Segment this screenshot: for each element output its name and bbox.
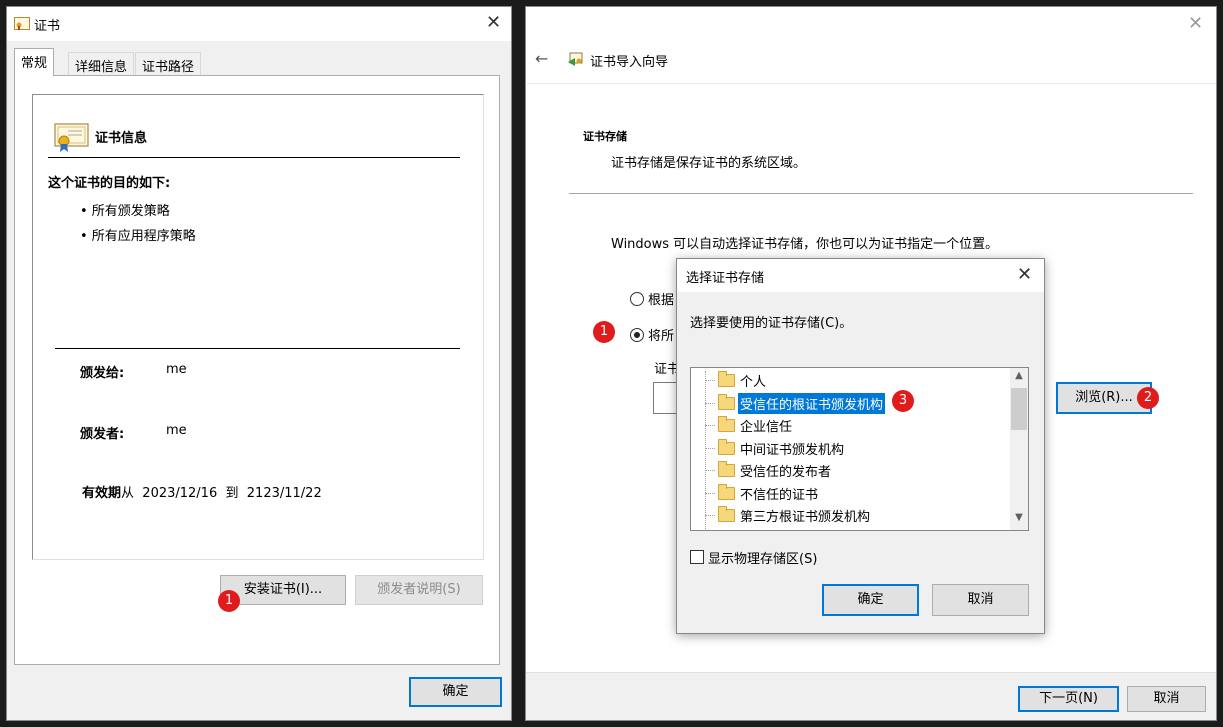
store-item[interactable]: 中间证书颁发机构 bbox=[738, 438, 846, 459]
tab-details[interactable]: 详细信息 bbox=[68, 52, 135, 76]
dialog-ok-button[interactable]: 确定 bbox=[822, 584, 919, 616]
certificate-info-heading: 证书信息 bbox=[95, 131, 148, 146]
folder-icon bbox=[718, 371, 735, 387]
tree-connector bbox=[705, 380, 715, 381]
back-arrow-icon[interactable]: ← bbox=[535, 49, 548, 68]
divider bbox=[526, 83, 1216, 84]
validity-end: 2123/11/22 bbox=[246, 486, 322, 501]
folder-icon bbox=[718, 439, 735, 455]
tree-connector bbox=[705, 448, 715, 449]
auto-select-radio[interactable] bbox=[630, 292, 644, 306]
certificate-icon bbox=[54, 122, 90, 154]
store-item[interactable]: 受信任的根证书颁发机构 bbox=[738, 393, 886, 414]
auto-select-radio-label[interactable]: 根据 bbox=[648, 289, 674, 308]
close-icon[interactable]: ✕ bbox=[1188, 15, 1203, 33]
issued-by-value: me bbox=[166, 423, 187, 438]
wizard-title: 证书导入向导 bbox=[590, 55, 669, 70]
validity-from: 从 bbox=[121, 486, 135, 501]
certificate-icon bbox=[14, 17, 30, 30]
tree-connector bbox=[705, 515, 715, 516]
divider bbox=[48, 157, 460, 158]
validity-period: 有效期从 2023/12/16 到 2123/11/22 bbox=[82, 482, 322, 501]
tree-connector bbox=[705, 371, 706, 529]
dialog-title: 选择证书存储 bbox=[686, 271, 765, 286]
store-item[interactable]: 个人 bbox=[738, 370, 768, 391]
cancel-button[interactable]: 取消 bbox=[1127, 686, 1206, 712]
purpose-item: • 所有应用程序策略 bbox=[80, 229, 196, 244]
next-button[interactable]: 下一页(N) bbox=[1018, 686, 1119, 712]
folder-icon bbox=[718, 416, 735, 432]
folder-icon bbox=[718, 484, 735, 500]
store-item[interactable]: 不信任的证书 bbox=[738, 483, 820, 504]
step-badge: 1 bbox=[218, 590, 240, 612]
store-item[interactable]: 企业信任 bbox=[738, 415, 794, 436]
folder-icon bbox=[718, 394, 735, 410]
place-all-radio-label[interactable]: 将所 bbox=[648, 325, 674, 344]
ok-button[interactable]: 确定 bbox=[409, 677, 502, 707]
chevron-down-icon[interactable]: ▼ bbox=[1010, 512, 1028, 528]
tree-connector bbox=[705, 403, 715, 404]
tree-connector bbox=[705, 493, 715, 494]
auto-select-text: Windows 可以自动选择证书存储，你也可以为证书指定一个位置。 bbox=[611, 237, 999, 252]
folder-icon bbox=[718, 506, 735, 522]
folder-icon bbox=[718, 461, 735, 477]
tree-connector bbox=[705, 470, 715, 471]
divider bbox=[55, 348, 460, 349]
store-description: 证书存储是保存证书的系统区域。 bbox=[611, 156, 807, 171]
issued-to-label: 颁发给: bbox=[80, 366, 125, 381]
validity-start: 2023/12/16 bbox=[142, 486, 218, 501]
close-icon[interactable]: ✕ bbox=[486, 14, 501, 32]
step-badge: 1 bbox=[593, 321, 615, 343]
divider bbox=[569, 193, 1193, 194]
dialog-cancel-button[interactable]: 取消 bbox=[932, 584, 1029, 616]
purpose-item: • 所有颁发策略 bbox=[80, 204, 170, 219]
show-physical-stores-label[interactable]: 显示物理存储区(S) bbox=[708, 548, 817, 567]
store-item[interactable]: 受信任的发布者 bbox=[738, 460, 833, 481]
step-badge: 3 bbox=[892, 390, 914, 412]
store-item[interactable]: 第三方根证书颁发机构 bbox=[738, 505, 872, 526]
scrollbar-thumb[interactable] bbox=[1011, 388, 1027, 430]
issued-by-label: 颁发者: bbox=[80, 427, 125, 442]
validity-label: 有效期 bbox=[82, 486, 122, 501]
tab-general[interactable]: 常规 bbox=[14, 48, 55, 76]
validity-to: 到 bbox=[225, 486, 239, 501]
certificate-titlebar bbox=[7, 7, 511, 41]
issued-to-value: me bbox=[166, 362, 187, 377]
issuer-statement-button: 颁发者说明(S) bbox=[355, 575, 483, 605]
tree-connector bbox=[705, 425, 715, 426]
tab-certification-path[interactable]: 证书路径 bbox=[135, 52, 202, 76]
step-badge: 2 bbox=[1137, 387, 1159, 409]
dialog-prompt: 选择要使用的证书存储(C)。 bbox=[690, 316, 853, 331]
purpose-heading: 这个证书的目的如下: bbox=[48, 176, 171, 191]
window-title: 证书 bbox=[34, 19, 61, 34]
store-heading: 证书存储 bbox=[583, 130, 627, 143]
show-physical-stores-checkbox[interactable] bbox=[690, 550, 704, 564]
chevron-up-icon[interactable]: ▲ bbox=[1010, 370, 1028, 386]
close-icon[interactable]: ✕ bbox=[1017, 266, 1032, 284]
certificate-wizard-icon bbox=[567, 50, 585, 68]
place-all-radio[interactable] bbox=[630, 328, 644, 342]
